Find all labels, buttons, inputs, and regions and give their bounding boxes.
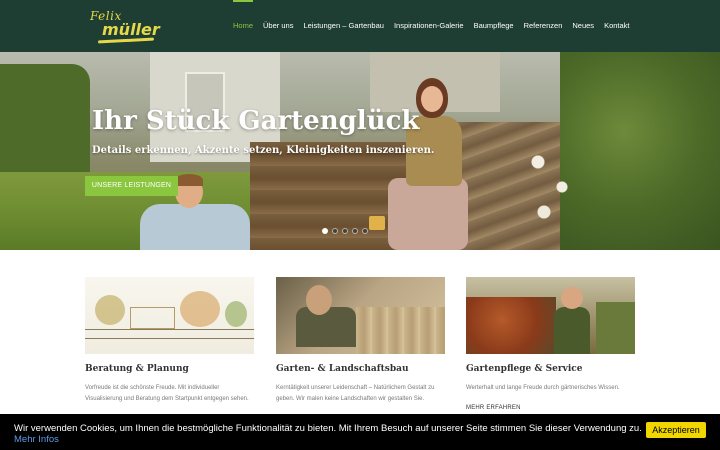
gardener-body — [554, 307, 590, 354]
felix-mueller-logo[interactable]: Felix müller — [90, 9, 160, 44]
nav-kontakt[interactable]: Kontakt — [599, 0, 634, 52]
hero-title: Ihr Stück Gartenglück — [92, 106, 420, 136]
red-maple — [466, 297, 556, 354]
worker-body — [296, 307, 356, 347]
nav-inspirationen-galerie[interactable]: Inspirationen-Galerie — [389, 0, 469, 52]
logo-main-text: müller — [102, 20, 160, 39]
worker-head — [306, 285, 332, 315]
cookie-message: Wir verwenden Cookies, um Ihnen die best… — [14, 423, 644, 445]
service-card-landschaftsbau: Garten- & Landschaftsbau Kerntätigkeit u… — [276, 277, 445, 402]
sketch-pavilion — [130, 307, 175, 329]
hero-plants — [560, 52, 720, 250]
card-text: Werterhalt und lange Freude durch gärtne… — [466, 385, 620, 391]
slider-dot-1[interactable] — [322, 228, 328, 234]
nav-leistungen[interactable]: Leistungen – Gartenbau — [298, 0, 388, 52]
nav-home[interactable]: Home — [228, 0, 258, 52]
landschaftsbau-image[interactable] — [276, 277, 445, 354]
accept-cookies-button[interactable]: Akzeptieren — [646, 422, 706, 438]
cookie-text: Wir verwenden Cookies, um Ihnen die best… — [14, 423, 642, 434]
cookie-banner: Wir verwenden Cookies, um Ihnen die best… — [0, 414, 720, 450]
service-card-beratung: Beratung & Planung Vorfreude ist die sch… — [85, 277, 254, 402]
sketch-tree — [180, 291, 220, 327]
hero-flowers — [520, 132, 580, 232]
slider-dot-2[interactable] — [332, 228, 338, 234]
nav-referenzen[interactable]: Referenzen — [519, 0, 568, 52]
hero-hedge — [0, 64, 90, 174]
sketch-fence — [85, 329, 254, 339]
hero-cup — [369, 216, 385, 230]
woman-face — [421, 86, 443, 112]
shrubs — [596, 302, 635, 354]
hero-woman — [388, 78, 468, 250]
sketch-shrub — [225, 301, 247, 327]
slider-dot-4[interactable] — [352, 228, 358, 234]
mehr-infos-link[interactable]: Mehr Infos — [14, 434, 59, 445]
nav-baumpflege[interactable]: Baumpflege — [469, 0, 519, 52]
card-text: Vorfreude ist die schönste Freude. Mit i… — [85, 385, 249, 402]
hero-subtitle: Details erkennen, Akzente setzen, Kleini… — [92, 145, 435, 156]
man-body — [140, 204, 250, 250]
gartenpflege-image[interactable] — [466, 277, 635, 354]
main-nav: Home Über uns Leistungen – Gartenbau Ins… — [228, 0, 635, 52]
nav-neues[interactable]: Neues — [567, 0, 599, 52]
site-header: Felix müller Home Über uns Leistungen – … — [0, 0, 720, 52]
woman-legs — [388, 178, 468, 250]
card-title: Beratung & Planung — [85, 364, 189, 374]
man-hair — [175, 174, 203, 186]
nav-ueber-uns[interactable]: Über uns — [258, 0, 298, 52]
slider-dot-5[interactable] — [362, 228, 368, 234]
card-text: Kerntätigkeit unserer Leidenschaft – Nat… — [276, 385, 435, 402]
slider-dot-3[interactable] — [342, 228, 348, 234]
paving-stones — [356, 307, 445, 354]
mehr-erfahren-link[interactable]: MEHR ERFAHREN — [466, 405, 521, 411]
sketch-tree — [95, 295, 125, 325]
service-card-gartenpflege: Gartenpflege & Service Werterhalt und la… — [466, 277, 635, 411]
gardener-head — [561, 287, 583, 309]
slider-dots — [322, 228, 368, 234]
card-title: Gartenpflege & Service — [466, 364, 583, 374]
card-title: Garten- & Landschaftsbau — [276, 364, 409, 374]
unsere-leistungen-button[interactable]: UNSERE LEISTUNGEN — [85, 176, 178, 196]
beratung-image[interactable] — [85, 277, 254, 354]
